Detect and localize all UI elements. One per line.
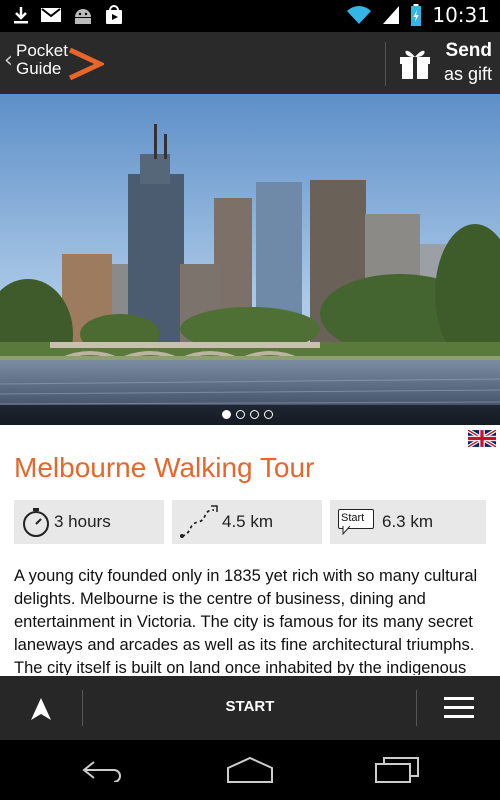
start-badge-label: Start [341, 512, 365, 524]
bottom-divider-right [416, 690, 417, 726]
route-icon [180, 505, 218, 538]
walking-distance-stat: 4.5 km [172, 500, 322, 544]
send-as-gift-button[interactable]: Send as gift [444, 40, 492, 86]
tour-title: Melbourne Walking Tour [14, 452, 315, 483]
battery-charging-icon [411, 4, 422, 26]
tour-description: A young city founded only in 1835 yet ri… [14, 567, 478, 675]
menu-icon[interactable] [444, 697, 474, 719]
logo-line-1: Pocket [16, 41, 68, 60]
status-bar: 10:31 [0, 0, 500, 32]
start-distance-stat: Start 6.3 km [330, 500, 486, 544]
duration-value: 3 hours [54, 512, 111, 531]
carousel-dot-1[interactable] [222, 410, 231, 419]
play-store-icon [106, 5, 122, 24]
duration-stat: 3 hours [14, 500, 164, 544]
system-navigation-bar [0, 740, 500, 800]
start-distance-value: 6.3 km [382, 512, 434, 531]
home-icon[interactable] [226, 756, 274, 784]
carousel-dot-2[interactable] [236, 410, 245, 419]
uk-flag-icon[interactable] [468, 430, 496, 447]
logo-line-2: Guide [16, 59, 62, 78]
signal-icon [383, 6, 400, 24]
gmail-icon [41, 8, 61, 22]
back-chevron-icon[interactable]: ‹ [4, 48, 13, 73]
carousel-dot-3[interactable] [250, 410, 259, 419]
speech-bubble-tail-icon [342, 526, 351, 535]
notification-icons [12, 5, 124, 25]
bottom-action-bar: START [0, 676, 500, 740]
app-bar: ‹ Pocket Guide Send as gift [0, 32, 500, 94]
logo-arrow-icon [68, 48, 104, 81]
clock: 10:31 [432, 3, 490, 27]
walking-distance-value: 4.5 km [222, 512, 274, 531]
send-label: Send [445, 40, 492, 61]
wifi-icon [347, 6, 372, 24]
as-gift-label: as gift [443, 64, 492, 84]
stopwatch-icon [23, 508, 49, 537]
logo-text: Pocket Guide [16, 42, 68, 78]
carousel-indicator[interactable] [0, 405, 500, 425]
download-icon [14, 7, 28, 24]
send-divider [385, 42, 386, 86]
back-icon[interactable] [80, 758, 128, 782]
carousel-dot-4[interactable] [264, 410, 273, 419]
recent-apps-icon[interactable] [374, 756, 420, 784]
gift-icon[interactable] [397, 45, 433, 81]
android-icon [75, 9, 91, 24]
system-icons: 10:31 [346, 3, 490, 27]
melbourne-skyline-image[interactable] [0, 94, 500, 425]
start-button[interactable]: START [0, 698, 500, 715]
